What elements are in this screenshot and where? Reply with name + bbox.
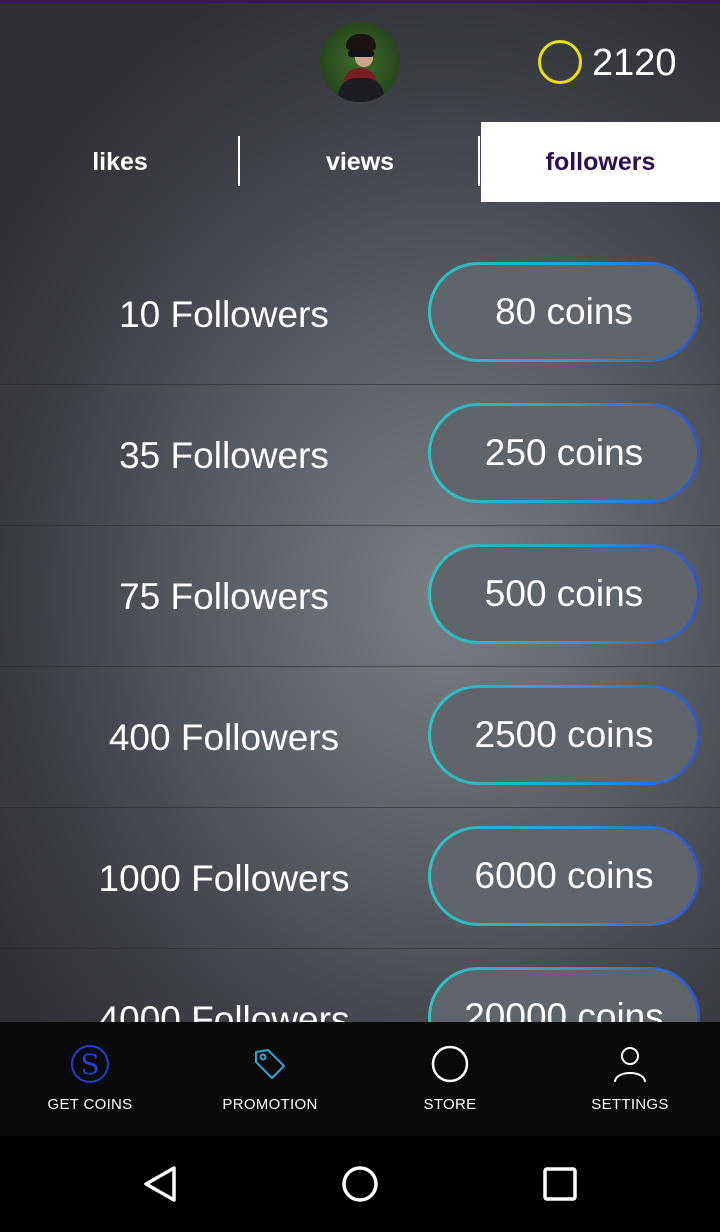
avatar[interactable]	[320, 22, 400, 102]
tab-divider	[478, 136, 480, 186]
list-item: 400 Followers 2500 coins	[0, 667, 720, 808]
package-list: 10 Followers 80 coins 35 Followers 250 c…	[0, 244, 720, 1024]
person-icon	[614, 1047, 646, 1083]
buy-button-label: 2500 coins	[474, 714, 654, 755]
buy-button[interactable]: 6000 coins	[428, 826, 700, 926]
buy-button[interactable]: 250 coins	[428, 403, 700, 503]
buy-button-label: 500 coins	[484, 573, 644, 614]
buy-button[interactable]: 20000 coins	[428, 967, 700, 1024]
nav-get-coins[interactable]: S GET COINS	[0, 1022, 180, 1136]
package-label: 35 Followers	[119, 435, 329, 476]
circle-icon	[431, 1045, 469, 1083]
top-accent-bar	[0, 0, 720, 3]
nav-label: SETTINGS	[591, 1096, 669, 1113]
avatar-jacket	[338, 78, 384, 102]
nav-promotion[interactable]: PROMOTION	[180, 1022, 360, 1136]
tag-icon	[255, 1049, 285, 1079]
buy-button-label: 6000 coins	[474, 855, 654, 896]
system-navigation-bar	[0, 1136, 720, 1232]
package-label: 1000 Followers	[98, 858, 350, 899]
back-icon[interactable]	[140, 1164, 180, 1204]
coin-icon	[538, 40, 582, 84]
package-label: 4000 Followers	[98, 999, 350, 1024]
home-icon[interactable]	[340, 1164, 380, 1204]
nav-store[interactable]: STORE	[360, 1022, 540, 1136]
tab-likes[interactable]: likes	[0, 122, 240, 202]
list-item: 35 Followers 250 coins	[0, 385, 720, 526]
list-item: 4000 Followers 20000 coins	[0, 949, 720, 1024]
buy-button-label: 20000 coins	[464, 996, 664, 1024]
app-screen: 2120 likes views followers 10 Followers …	[0, 0, 720, 1024]
list-item: 75 Followers 500 coins	[0, 526, 720, 667]
buy-button-label: 80 coins	[495, 291, 633, 332]
nav-settings[interactable]: SETTINGS	[540, 1022, 720, 1136]
list-item: 1000 Followers 6000 coins	[0, 808, 720, 949]
tab-views[interactable]: views	[240, 122, 480, 202]
package-label: 75 Followers	[119, 576, 329, 617]
nav-label: STORE	[423, 1096, 477, 1113]
get-coins-icon: S	[71, 1045, 109, 1083]
coin-balance: 2120	[592, 42, 677, 84]
nav-label: GET COINS	[47, 1096, 133, 1113]
recents-icon[interactable]	[540, 1164, 580, 1204]
buy-button[interactable]: 80 coins	[428, 262, 700, 362]
avatar-glasses	[348, 50, 374, 57]
buy-button[interactable]: 2500 coins	[428, 685, 700, 785]
buy-button-label: 250 coins	[484, 432, 644, 473]
tab-followers[interactable]: followers	[481, 122, 720, 202]
nav-label: PROMOTION	[222, 1096, 318, 1113]
package-label: 400 Followers	[108, 717, 340, 758]
package-label: 10 Followers	[119, 294, 329, 335]
svg-text:S: S	[80, 1048, 99, 1081]
avatar-hair	[346, 34, 376, 50]
tab-bar: likes views followers	[0, 122, 720, 202]
buy-button[interactable]: 500 coins	[428, 544, 700, 644]
bottom-navigation: S GET COINS PROMOTION STORE SETTINGS	[0, 1022, 720, 1136]
list-item: 10 Followers 80 coins	[0, 244, 720, 385]
